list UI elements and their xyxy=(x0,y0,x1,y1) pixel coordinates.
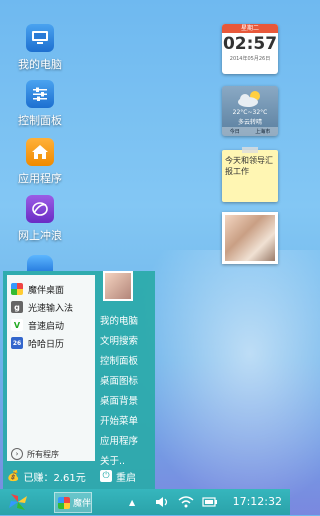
avatar-image xyxy=(105,273,131,299)
home-icon xyxy=(26,138,54,166)
app-item-calendar[interactable]: 26 哈哈日历 xyxy=(11,335,64,351)
tray-expand-icon[interactable]: ▲ xyxy=(129,489,135,515)
pinwheel-icon xyxy=(58,496,70,509)
desktop-icon-label: 网上冲浪 xyxy=(18,229,62,242)
taskbar: 魔伴 ▲ 17:12:32 xyxy=(0,489,290,515)
volume-icon[interactable] xyxy=(155,489,169,515)
coin-icon: 💰 xyxy=(7,470,20,482)
start-menu-app-list: 魔伴桌面 g 光速输入法 V 音速启动 26 哈哈日历 › 所有程序 xyxy=(7,275,95,461)
clock-widget[interactable]: 星期二 02:57 2014年05月26日 xyxy=(222,24,278,74)
power-icon: ⏻ xyxy=(100,470,112,482)
all-programs-button[interactable]: › 所有程序 xyxy=(11,448,59,460)
menu-item-search[interactable]: 文明搜索 xyxy=(100,333,138,347)
weather-today: 今日 xyxy=(229,129,240,135)
memo-widget[interactable]: 今天和领导汇报工作 xyxy=(222,147,278,202)
pinwheel-icon xyxy=(11,283,23,295)
weather-temp: 22°C~32°C xyxy=(232,109,268,116)
app-item-input-method[interactable]: g 光速输入法 xyxy=(11,299,73,315)
desktop-icon-label: 应用程序 xyxy=(18,172,62,185)
taskbar-app-moban[interactable]: 魔伴 xyxy=(54,492,92,513)
g-icon: g xyxy=(11,301,23,313)
wallpaper-glow xyxy=(130,250,320,510)
menu-item-control-panel[interactable]: 控制面板 xyxy=(100,353,138,367)
arrow-right-icon: › xyxy=(11,448,23,460)
pinwheel-start-icon xyxy=(9,494,27,510)
app-item-label: 光速输入法 xyxy=(28,303,74,314)
photo-widget[interactable] xyxy=(222,212,278,264)
app-item-moban[interactable]: 魔伴桌面 xyxy=(11,281,64,297)
app-item-quick-launch[interactable]: V 音速启动 xyxy=(11,317,64,333)
clock-time: 02:57 xyxy=(222,34,278,54)
desktop-icon-my-computer[interactable]: 我的电脑 xyxy=(10,24,70,72)
menu-item-desktop-icons[interactable]: 桌面图标 xyxy=(100,373,138,387)
wifi-icon[interactable] xyxy=(178,489,194,515)
restart-label: 重启 xyxy=(116,472,136,484)
weather-footer: 今日 上海市 xyxy=(222,127,278,136)
app-item-label: 哈哈日历 xyxy=(28,339,65,350)
menu-item-desktop-background[interactable]: 桌面背景 xyxy=(100,393,138,407)
menu-item-start-menu[interactable]: 开始菜单 xyxy=(100,413,138,427)
photo-image xyxy=(225,215,275,261)
clock-weekday: 星期二 xyxy=(222,24,278,33)
desktop-icon-control-panel[interactable]: 控制面板 xyxy=(10,80,70,128)
weather-condition: 多云转晴 xyxy=(237,119,262,126)
all-programs-label: 所有程序 xyxy=(27,449,59,459)
start-button[interactable] xyxy=(7,492,29,512)
menu-item-applications[interactable]: 应用程序 xyxy=(100,433,138,447)
computer-icon xyxy=(26,24,54,52)
taskbar-clock[interactable]: 17:12:32 xyxy=(233,489,282,515)
avatar[interactable] xyxy=(103,271,133,301)
cloud-icon xyxy=(238,91,260,107)
desktop-icon-label: 控制面板 xyxy=(18,114,62,127)
weather-widget[interactable]: 22°C~32°C 多云转晴 今日 上海市 xyxy=(222,86,278,136)
desktop-icon-applications[interactable]: 应用程序 xyxy=(10,138,70,186)
start-menu-footer: 💰 已赚：2.61元 ⏻ 重启 xyxy=(3,463,155,489)
battery-icon[interactable] xyxy=(202,489,218,515)
clock-date: 2014年05月26日 xyxy=(229,56,271,62)
app-item-label: 音速启动 xyxy=(28,321,65,332)
start-menu: 魔伴桌面 g 光速输入法 V 音速启动 26 哈哈日历 › 所有程序 我的电脑 … xyxy=(3,271,155,489)
app-item-label: 魔伴桌面 xyxy=(28,285,65,296)
weather-city: 上海市 xyxy=(255,129,271,135)
partial-desktop-icon[interactable] xyxy=(27,255,53,271)
memo-text: 今天和领导汇报工作 xyxy=(225,156,273,176)
desktop-icon-label: 我的电脑 xyxy=(18,58,62,71)
sliders-icon xyxy=(26,80,54,108)
v-icon: V xyxy=(11,319,23,331)
menu-item-my-computer[interactable]: 我的电脑 xyxy=(100,313,138,327)
calendar-icon: 26 xyxy=(11,337,23,349)
desktop-icon-internet[interactable]: 网上冲浪 xyxy=(10,195,70,243)
browser-icon xyxy=(26,195,54,223)
restart-button[interactable]: ⏻ 重启 xyxy=(100,469,136,484)
taskbar-app-label: 魔伴 xyxy=(73,499,92,509)
earnings[interactable]: 💰 已赚：2.61元 xyxy=(7,469,86,484)
earnings-label: 已赚：2.61元 xyxy=(23,472,86,484)
